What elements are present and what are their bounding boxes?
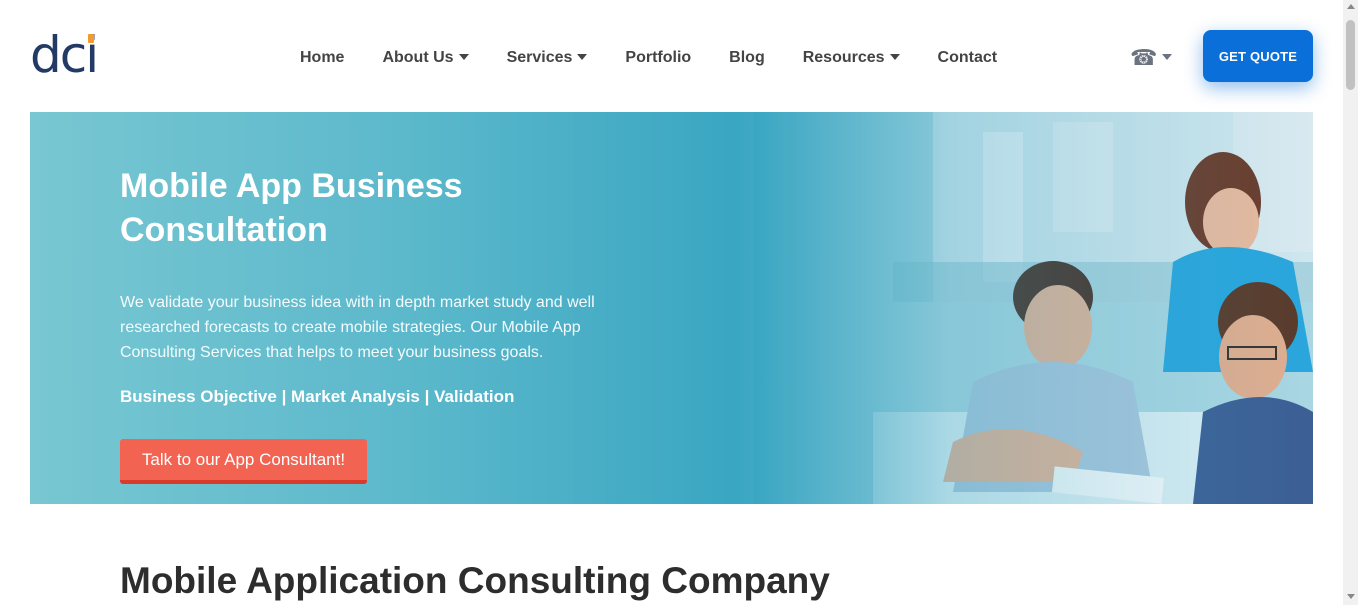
nav-item-portfolio[interactable]: Portfolio <box>625 49 691 67</box>
logo-text: dci <box>30 26 99 84</box>
caret-down-icon <box>1162 54 1173 60</box>
nav-item-services[interactable]: Services <box>507 49 588 67</box>
phone-dropdown[interactable]: ☎ <box>1130 44 1173 72</box>
nav-item-label: Blog <box>729 49 765 66</box>
main-nav: Home About Us Services Portfolio Blog Re… <box>300 44 1035 72</box>
get-quote-button[interactable]: GET QUOTE <box>1203 30 1313 82</box>
page-scrollbar[interactable] <box>1343 0 1358 605</box>
nav-item-label: Contact <box>937 49 998 66</box>
caret-down-icon <box>458 54 469 60</box>
logo[interactable]: dci <box>30 26 99 84</box>
caret-down-icon <box>577 54 588 60</box>
scroll-thumb[interactable] <box>1346 20 1355 90</box>
nav-item-label: Resources <box>802 49 885 66</box>
nav-item-resources[interactable]: Resources <box>803 49 900 67</box>
nav-item-contact[interactable]: Contact <box>938 49 998 67</box>
nav-item-home[interactable]: Home <box>300 49 344 67</box>
phone-icon: ☎ <box>1130 45 1158 70</box>
hero-title: Mobile App Business Consultation <box>120 164 640 252</box>
caret-down-icon <box>889 54 900 60</box>
hero-title-line1: Mobile App Business <box>120 167 463 205</box>
nav-item-label: Services <box>506 49 573 66</box>
section-title: Mobile Application Consulting Company <box>120 560 830 601</box>
logo-accent-dot <box>88 34 95 43</box>
nav-item-about-us[interactable]: About Us <box>382 49 469 67</box>
nav-item-blog[interactable]: Blog <box>729 49 765 67</box>
scroll-up-arrow-icon[interactable] <box>1347 4 1355 9</box>
hero-description: We validate your business idea with in d… <box>120 294 595 361</box>
hero-tags: Business Objective | Market Analysis | V… <box>120 387 515 406</box>
nav-item-label: Home <box>300 49 345 66</box>
hero-content: Mobile App Business Consultation We vali… <box>120 164 640 407</box>
team-photo <box>753 112 1313 504</box>
site-header: dci Home About Us Services Portfolio Blo… <box>0 0 1343 112</box>
scroll-down-arrow-icon[interactable] <box>1347 594 1355 599</box>
nav-item-label: About Us <box>382 49 454 66</box>
hero-title-line2: Consultation <box>120 211 328 249</box>
hero-banner: Mobile App Business Consultation We vali… <box>30 112 1313 504</box>
talk-to-consultant-button[interactable]: Talk to our App Consultant! <box>120 439 367 484</box>
nav-item-label: Portfolio <box>625 49 692 66</box>
